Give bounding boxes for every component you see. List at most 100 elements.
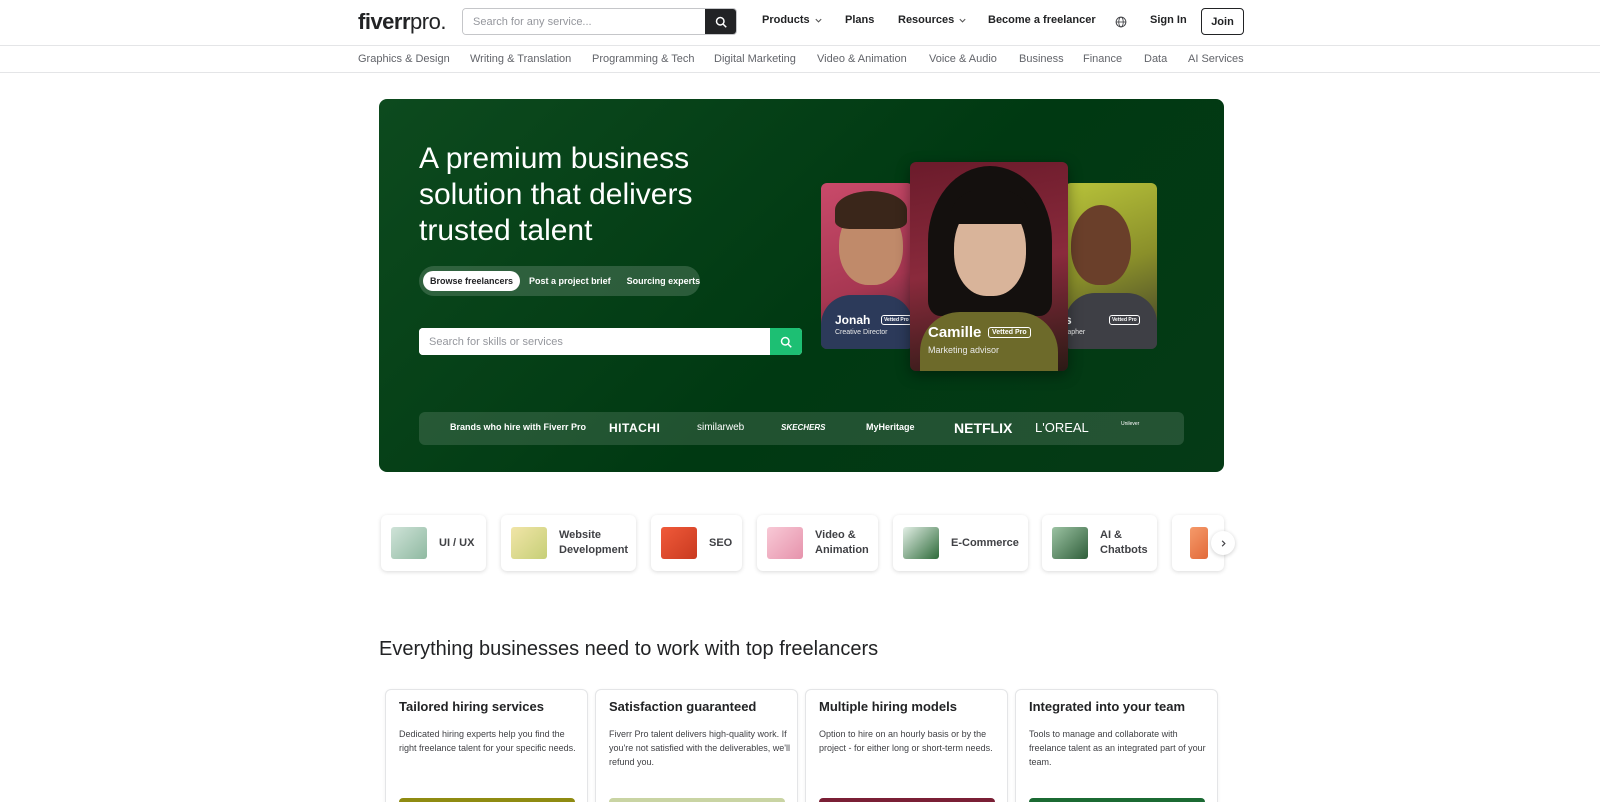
service-pill-seo[interactable]: SEO [651,515,742,571]
feature-card: Multiple hiring models Option to hire on… [805,689,1008,802]
service-label: Video & Animation [815,529,869,556]
category-bar: Graphics & Design Writing & Translation … [0,46,1600,73]
nav-sign-in-label: Sign In [1150,14,1187,26]
nav-products[interactable]: Products [762,14,823,26]
freelancer-card-right[interactable]: s Vetted Pro rapher [1065,183,1157,349]
chevron-down-icon [959,18,966,23]
freelancer-photo-hair [835,191,907,229]
service-illustration [767,527,803,559]
brand-logo-loreal: L'OREAL [1035,420,1089,435]
hero-tabs: Browse freelancers Post a project brief … [419,266,700,296]
freelancer-card-jonah[interactable]: Jonah Vetted Pro Creative Director [821,183,913,349]
freelancer-card-camille[interactable]: Camille Vetted Pro Marketing advisor [910,162,1068,371]
category-link[interactable]: Digital Marketing [714,53,796,65]
brands-strip: Brands who hire with Fiverr Pro HITACHI … [419,412,1184,445]
search-icon [715,16,727,28]
brand-logo-similarweb: similarweb [697,422,745,433]
top-header: fiverrpro. Products Plans Resources Beco… [0,0,1600,46]
freelancer-role: Creative Director [835,329,888,336]
service-label: UI / UX [439,537,475,549]
feature-title: Tailored hiring services [399,699,544,714]
feature-image [819,798,995,802]
services-next-button[interactable] [1211,531,1235,555]
freelancer-name: Jonah [835,313,871,327]
category-link[interactable]: Writing & Translation [470,53,571,65]
category-link[interactable]: Finance [1083,53,1122,65]
feature-image [399,798,575,802]
join-button[interactable]: Join [1201,8,1244,35]
service-label: E-Commerce [951,537,1019,549]
tab-sourcing-experts[interactable]: Sourcing experts [620,271,708,291]
logo-sub: pro. [410,9,446,34]
search-icon [780,336,792,348]
feature-image [1029,798,1205,802]
vetted-pro-badge: Vetted Pro [988,327,1031,338]
vetted-pro-badge: Vetted Pro [1109,315,1140,325]
features-section-title: Everything businesses need to work with … [379,638,879,660]
nav-become-freelancer-label: Become a freelancer [988,14,1096,26]
feature-card: Integrated into your team Tools to manag… [1015,689,1218,802]
freelancer-photo [1071,205,1131,285]
category-link[interactable]: Voice & Audio [929,53,997,65]
nav-plans[interactable]: Plans [845,14,874,26]
chevron-down-icon [815,18,822,23]
header-search-input[interactable] [463,9,705,34]
service-pill-e-commerce[interactable]: E-Commerce [893,515,1028,571]
feature-description: Fiverr Pro talent delivers high-quality … [609,729,791,767]
category-link[interactable]: Business [1019,53,1064,65]
service-illustration [511,527,547,559]
service-label: SEO [709,537,733,549]
vetted-pro-badge: Vetted Pro [881,315,912,325]
service-illustration [661,527,697,559]
category-link[interactable]: Graphics & Design [358,53,450,65]
chevron-right-icon [1221,539,1226,547]
nav-resources-label: Resources [898,14,955,26]
service-pill-website-development[interactable]: Website Development [501,515,636,571]
nav-resources[interactable]: Resources [898,14,967,26]
hero-search [419,328,802,355]
brand-logo-hitachi: HITACHI [609,421,661,435]
hero-banner: A premium business solution that deliver… [379,99,1224,472]
nav-sign-in[interactable]: Sign In [1150,14,1187,26]
feature-description: Tools to manage and collaborate with fre… [1029,729,1206,767]
nav-products-label: Products [762,14,810,26]
service-illustration [1052,527,1088,559]
feature-title: Multiple hiring models [819,699,957,714]
feature-description: Option to hire on an hourly basis or by … [819,729,993,753]
service-pill-ai-chatbots[interactable]: AI & Chatbots [1042,515,1157,571]
category-link[interactable]: AI Services [1188,53,1244,65]
hero-title: A premium business solution that deliver… [419,142,693,247]
tab-browse-freelancers[interactable]: Browse freelancers [423,271,521,291]
category-link[interactable]: Data [1144,53,1167,65]
language-selector[interactable] [1115,15,1127,33]
feature-card: Satisfaction guaranteed Fiverr Pro talen… [595,689,798,802]
brand-logo-myheritage: MyHeritage [866,422,915,432]
hero-search-input[interactable] [419,328,770,355]
service-pill-video-animation[interactable]: Video & Animation [757,515,878,571]
service-illustration [903,527,939,559]
hero-search-button[interactable] [770,328,802,355]
fiverr-pro-logo[interactable]: fiverrpro. [358,9,446,35]
category-link[interactable]: Programming & Tech [592,53,695,65]
feature-card: Tailored hiring services Dedicated hirin… [385,689,588,802]
feature-description: Dedicated hiring experts help you find t… [399,729,576,753]
service-illustration [1190,527,1208,559]
nav-plans-label: Plans [845,14,875,26]
tab-post-project-brief[interactable]: Post a project brief [522,271,618,291]
feature-image [609,798,785,802]
header-search-button[interactable] [705,9,736,34]
category-link[interactable]: Video & Animation [817,53,907,65]
service-pill-ui-ux[interactable]: UI / UX [381,515,486,571]
freelancer-role: rapher [1065,329,1086,336]
join-button-label: Join [1211,15,1234,28]
freelancer-fringe [950,190,1030,224]
freelancer-blouse [920,312,1058,371]
brand-logo-netflix: NETFLIX [954,420,1013,436]
header-search [462,8,737,35]
feature-title: Satisfaction guaranteed [609,699,757,714]
nav-become-freelancer[interactable]: Become a freelancer [988,14,1096,26]
logo-main: fiverr [358,9,411,34]
brand-logo-unilever: Unilever [1121,421,1140,427]
service-illustration [391,527,427,559]
brand-logo-skechers: SKECHERS [781,423,826,432]
